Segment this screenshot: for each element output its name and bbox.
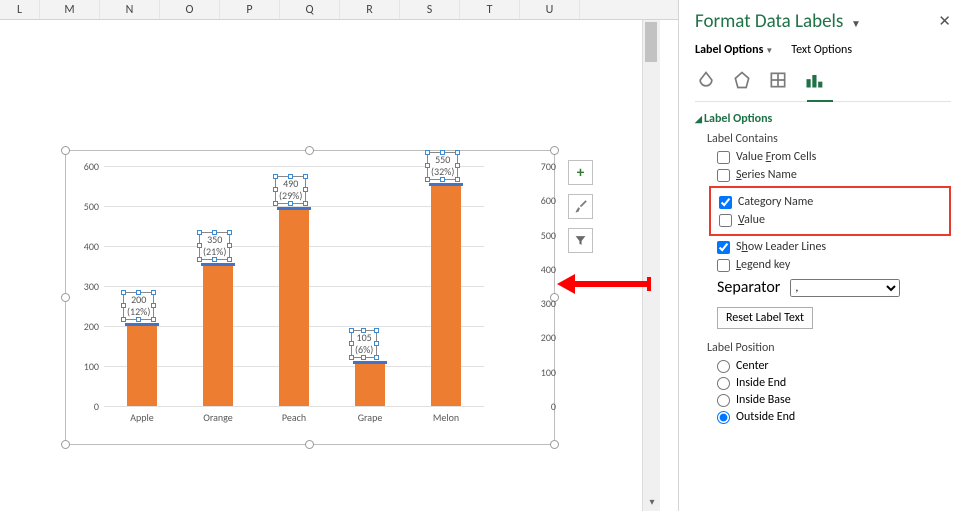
bar[interactable] [355,364,385,406]
data-label[interactable]: 490(29%) [275,176,306,204]
category-label: Apple [112,411,172,424]
chart-filters-button[interactable] [568,228,593,253]
chk-series-name[interactable]: Series Name [717,168,951,182]
y-tick: 0 [74,400,99,413]
tab-text-options[interactable]: Text Options [791,43,852,57]
radio-inside-end[interactable]: Inside End [717,376,951,390]
col-h[interactable]: U [520,0,580,19]
category-label: Melon [416,411,476,424]
y2-tick: 300 [531,297,556,310]
label-position-heading: Label Position [707,341,951,355]
tab-label-options[interactable]: Label Options▼ [695,43,773,57]
data-label[interactable]: 200(12%) [123,292,154,320]
y2-tick: 0 [531,400,556,413]
y-tick: 600 [74,160,99,173]
format-pane: Format Data Labels ▼ ✕ Label Options▼ Te… [678,0,967,511]
y-tick: 200 [74,320,99,333]
chk-show-leader[interactable]: Show Leader Lines [717,240,951,254]
bar[interactable] [431,186,461,406]
plot-area[interactable]: 0100200300400500600010020030040050060070… [104,166,484,406]
brush-icon [573,199,588,214]
separator-select[interactable]: , [790,279,900,297]
y2-tick: 700 [531,160,556,173]
scroll-thumb[interactable] [645,22,657,62]
resize-handle[interactable] [305,440,314,449]
y-tick: 500 [74,200,99,213]
col-h[interactable]: N [100,0,160,19]
y-tick: 100 [74,360,99,373]
vertical-scrollbar[interactable]: ▴ ▾ [642,20,660,511]
chk-value-from-cells[interactable]: Value From Cells [717,150,951,164]
chart-styles-button[interactable] [568,194,593,219]
chart-object[interactable]: 0 100 200 300 400 500 600 0 100 200 300 400 500 600 70… [65,150,555,445]
resize-handle[interactable] [61,293,70,302]
y-tick: 400 [74,240,99,253]
resize-handle[interactable] [305,146,314,155]
radio-center[interactable]: Center [717,359,951,373]
col-h[interactable]: S [400,0,460,19]
bar[interactable] [279,210,309,406]
y2-tick: 500 [531,229,556,242]
chk-value[interactable]: Value [719,213,949,227]
y2-tick: 600 [531,194,556,207]
y2-tick: 100 [531,366,556,379]
col-h[interactable]: M [40,0,100,19]
highlight-box: Category Name Value [709,186,951,236]
resize-handle[interactable] [550,146,559,155]
category-label: Peach [264,411,324,424]
close-icon[interactable]: ✕ [938,12,951,31]
filter-icon [574,234,587,247]
worksheet-area[interactable]: ▴ ▾ 0 100 200 300 400 500 600 0 100 200 300 400 500 6… [0,20,660,511]
data-label[interactable]: 350(21%) [199,232,230,260]
radio-outside-end[interactable]: Outside End [717,410,951,424]
chart-elements-button[interactable]: + [568,160,593,185]
fill-icon[interactable] [695,69,717,91]
resize-handle[interactable] [61,146,70,155]
y-tick: 300 [74,280,99,293]
effects-icon[interactable] [731,69,753,91]
data-label[interactable]: 105(6%) [351,330,377,358]
data-label[interactable]: 550(32%) [427,152,458,180]
category-label: Orange [188,411,248,424]
radio-inside-base[interactable]: Inside Base [717,393,951,407]
label-contains-heading: Label Contains [707,132,951,146]
chk-category-name[interactable]: Category Name [719,195,949,209]
section-label-options[interactable]: Label Options [695,112,951,126]
pane-title-dropdown-icon[interactable]: ▼ [851,17,861,30]
col-h[interactable]: P [220,0,280,19]
col-h[interactable]: T [460,0,520,19]
col-h[interactable]: Q [280,0,340,19]
resize-handle[interactable] [550,440,559,449]
format-icon-tabs [695,65,951,102]
scroll-down-icon[interactable]: ▾ [644,495,660,511]
col-h[interactable]: O [160,0,220,19]
chart-side-buttons: + [568,160,593,262]
y2-tick: 400 [531,263,556,276]
pane-title: Format Data Labels [695,10,843,33]
bar[interactable] [203,266,233,406]
resize-handle[interactable] [61,440,70,449]
y2-tick: 200 [531,331,556,344]
chk-legend-key[interactable]: Legend key [717,258,951,272]
category-label: Grape [340,411,400,424]
col-h[interactable]: L [0,0,40,19]
chart-icon[interactable] [803,69,825,91]
reset-label-text-button[interactable]: Reset Label Text [717,307,813,329]
col-h[interactable]: R [340,0,400,19]
size-icon[interactable] [767,69,789,91]
separator-label: Separator [717,278,780,297]
bar[interactable] [127,326,157,406]
